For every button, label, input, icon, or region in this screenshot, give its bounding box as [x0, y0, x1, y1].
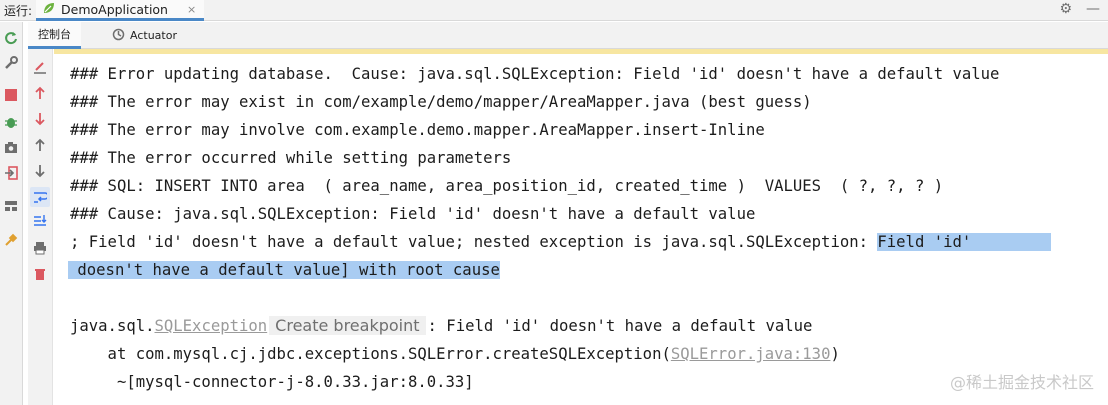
- wrench-icon[interactable]: [3, 55, 19, 71]
- stack-frame: at com.mysql.cj.jdbc.exceptions.SQLError…: [70, 345, 671, 363]
- tab-actuator-label: Actuator: [130, 29, 177, 42]
- run-toolwindow-header: 运行: DemoApplication × ⚙ —: [0, 0, 1108, 21]
- spring-leaf-icon: [42, 1, 56, 18]
- debug-bug-icon[interactable]: [3, 114, 19, 130]
- login-icon[interactable]: [3, 165, 19, 181]
- layout-icon[interactable]: [3, 198, 19, 214]
- console-line-nested: ; Field 'id' doesn't have a default valu…: [70, 232, 1052, 252]
- console-line: ### SQL: INSERT INTO area ( area_name, a…: [70, 177, 944, 195]
- selected-text: Field 'id': [877, 233, 1052, 251]
- scroll-up-icon[interactable]: [32, 137, 48, 153]
- run-label: 运行:: [4, 4, 33, 18]
- console-output[interactable]: ### Error updating database. Cause: java…: [54, 49, 1108, 405]
- actuator-icon: [112, 28, 125, 44]
- console-line: ### The error may exist in com/example/d…: [70, 93, 812, 111]
- soft-wrap-icon[interactable]: [30, 187, 50, 207]
- rerun-icon[interactable]: [3, 30, 19, 46]
- nested-prefix: ; Field 'id' doesn't have a default valu…: [70, 233, 878, 251]
- exception-message: : Field 'id' doesn't have a default valu…: [427, 317, 813, 335]
- console-line-wrapped: doesn't have a default value] with root …: [68, 260, 500, 280]
- exception-prefix: java.sql.: [70, 317, 155, 335]
- console-subtab-bar: 控制台 Actuator: [28, 22, 1108, 49]
- arrow-down-icon[interactable]: [32, 111, 48, 127]
- arrow-up-icon[interactable]: [32, 85, 48, 101]
- console-line-exception: java.sql.SQLException Create breakpoint: …: [70, 316, 812, 336]
- pin-icon[interactable]: [3, 232, 19, 248]
- camera-icon[interactable]: [3, 139, 19, 155]
- create-breakpoint-hint[interactable]: Create breakpoint: [269, 316, 426, 335]
- run-actions-bar: [0, 22, 23, 405]
- tab-demo-application[interactable]: DemoApplication ×: [36, 0, 205, 21]
- stack-close: ): [830, 345, 840, 363]
- console-line: ### Cause: java.sql.SQLException: Field …: [70, 205, 756, 223]
- exception-class-link[interactable]: SQLException: [155, 317, 268, 335]
- tab-console[interactable]: 控制台: [28, 22, 81, 49]
- tab-console-label: 控制台: [38, 28, 71, 41]
- tab-actuator[interactable]: Actuator: [102, 22, 187, 49]
- console-line: ### The error may involve com.example.de…: [70, 121, 765, 139]
- console-line: ### The error occurred while setting par…: [70, 149, 512, 167]
- source-link[interactable]: SQLError.java:130: [671, 345, 831, 363]
- close-icon[interactable]: ×: [187, 3, 196, 16]
- clear-console-icon[interactable]: [32, 59, 48, 75]
- selected-text-wrap: doesn't have a default value] with root …: [68, 261, 500, 279]
- scroll-down-icon[interactable]: [32, 163, 48, 179]
- scroll-to-end-icon[interactable]: [32, 213, 48, 229]
- print-icon[interactable]: [32, 240, 48, 256]
- watermark: @稀土掘金技术社区: [949, 373, 1094, 392]
- console-line: ### Error updating database. Cause: java…: [70, 65, 1000, 83]
- tab-title: DemoApplication: [61, 1, 168, 17]
- gear-icon[interactable]: ⚙: [1059, 1, 1072, 17]
- trash-icon[interactable]: [32, 266, 48, 282]
- console-toolbar: [28, 49, 53, 405]
- minimize-icon[interactable]: —: [1086, 1, 1100, 17]
- console-line-jar: ~[mysql-connector-j-8.0.33.jar:8.0.33]: [70, 373, 474, 391]
- console-line-stack: at com.mysql.cj.jdbc.exceptions.SQLError…: [70, 344, 840, 364]
- stop-icon[interactable]: [3, 87, 19, 103]
- warning-strip: [54, 49, 1108, 54]
